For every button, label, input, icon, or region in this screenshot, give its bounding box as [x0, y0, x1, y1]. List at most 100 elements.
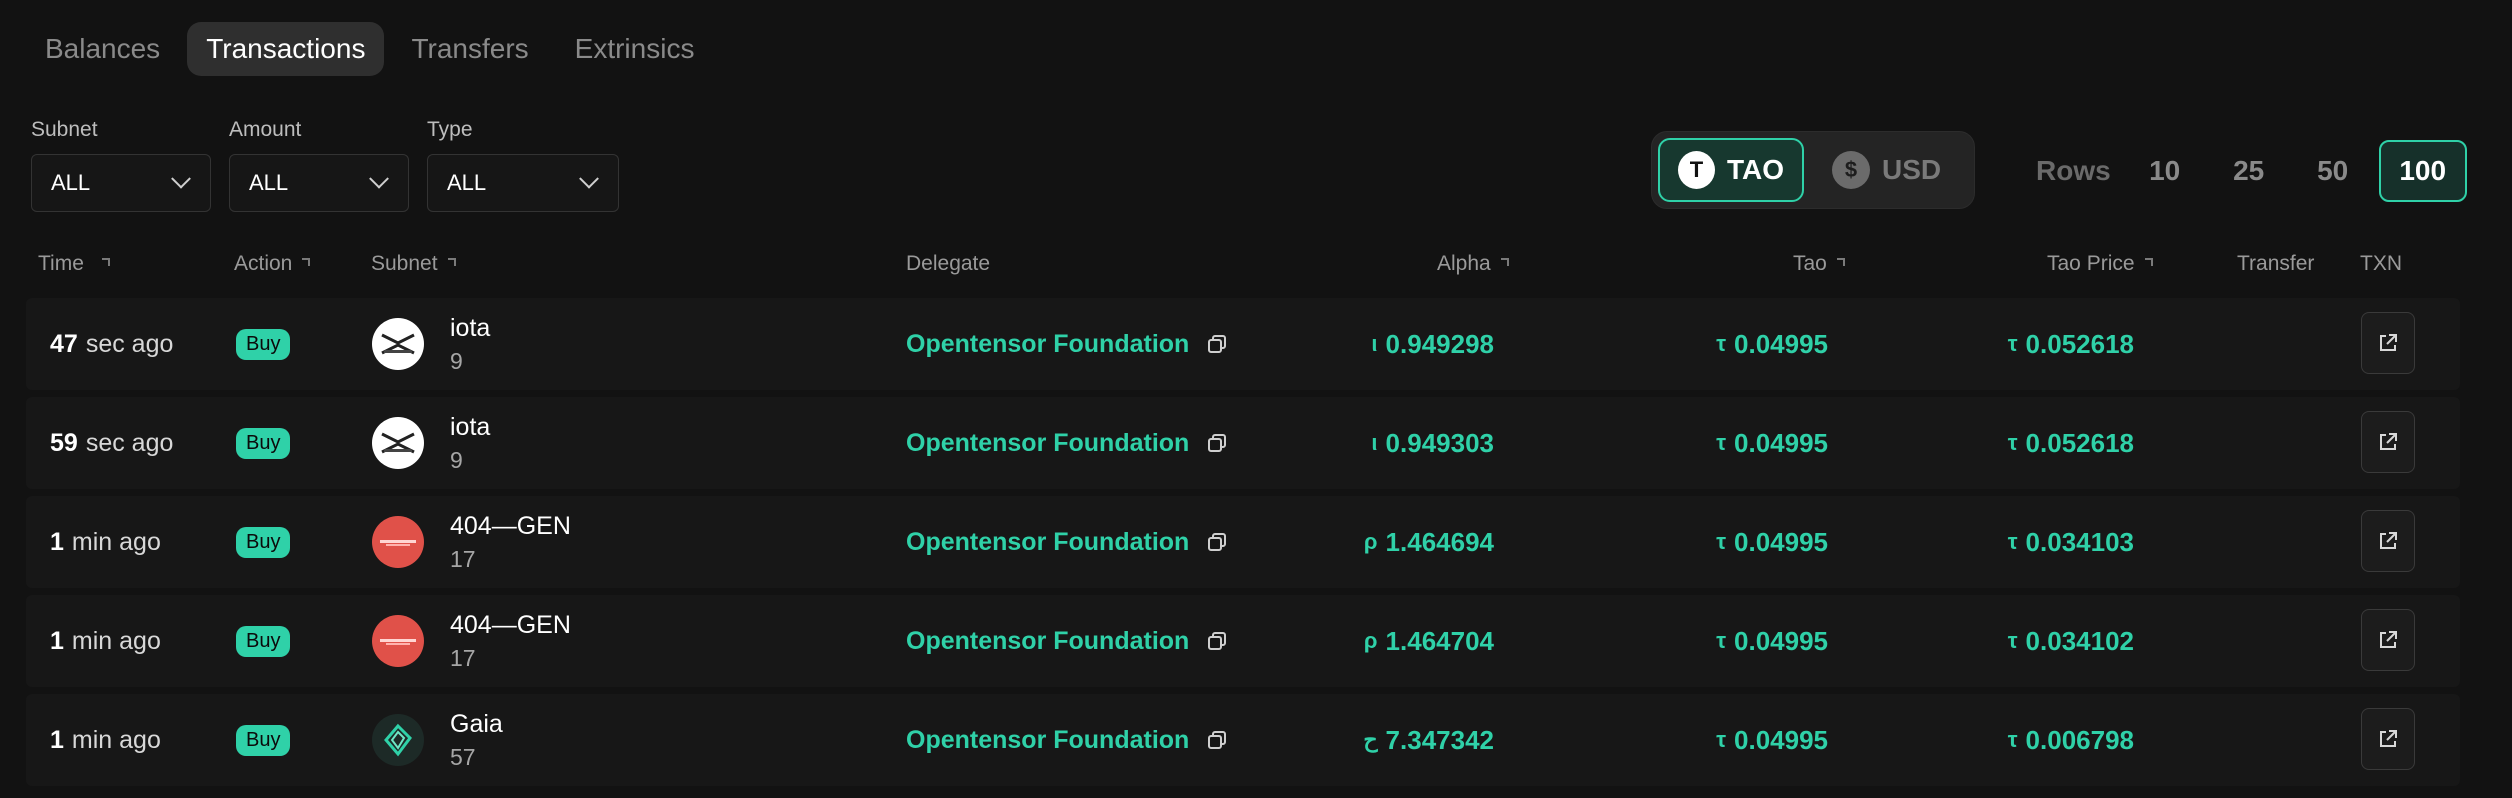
tao-coin-icon: T	[1678, 151, 1715, 189]
column-transfer: Transfer	[2237, 252, 2314, 276]
tao-price-cell: τ 0.006798	[2008, 694, 2134, 786]
time-value: 59	[50, 428, 78, 457]
subnet-logo-icon	[372, 615, 424, 667]
subnet-cell[interactable]: 404—GEN 17	[372, 496, 571, 588]
subnet-cell[interactable]: Gaia 57	[372, 694, 503, 786]
subnet-cell[interactable]: 404—GEN 17	[372, 595, 571, 687]
type-select-value: ALL	[447, 170, 487, 195]
subnet-id: 17	[450, 645, 476, 671]
copy-icon[interactable]	[1207, 730, 1227, 750]
tab-transfers[interactable]: Transfers	[392, 22, 547, 76]
time-unit: min ago	[71, 725, 161, 754]
tao-value: 0.04995	[1734, 328, 1828, 359]
txn-link-button[interactable]	[2361, 510, 2415, 572]
subnet-cell[interactable]: iota 9	[372, 298, 490, 390]
currency-tao-button[interactable]: T TAO	[1658, 138, 1804, 202]
table-row[interactable]: 1 min ago Buy Gaia 57 Opentensor Foundation ح 7…	[26, 694, 2460, 786]
time-value: 1	[50, 725, 64, 754]
delegate-name: Opentensor Foundation	[906, 725, 1190, 754]
column-tao-label: Tao	[1793, 252, 1827, 275]
column-subnet[interactable]: Subnet	[371, 252, 456, 276]
txn-link-button[interactable]	[2361, 609, 2415, 671]
currency-usd-label: USD	[1882, 154, 1942, 185]
subnet-filter-label: Subnet	[31, 118, 98, 141]
type-filter-label: Type	[427, 118, 473, 141]
subnet-logo-icon	[372, 417, 424, 469]
time-cell: 59 sec ago	[50, 397, 173, 489]
copy-icon[interactable]	[1207, 631, 1227, 651]
delegate-link[interactable]: Opentensor Foundation	[906, 694, 1227, 786]
price-symbol: τ	[2007, 727, 2018, 752]
action-cell: Buy	[236, 397, 291, 489]
price-symbol: τ	[2007, 628, 2018, 653]
alpha-cell: ι 0.949303	[1371, 397, 1494, 489]
action-cell: Buy	[236, 496, 291, 588]
delegate-link[interactable]: Opentensor Foundation	[906, 595, 1227, 687]
sort-icon	[447, 258, 456, 266]
subnet-select[interactable]: ALL	[31, 154, 211, 212]
rows-label: Rows	[2036, 155, 2111, 186]
rows-per-page: Rows 10 25 50 100	[2036, 140, 2467, 202]
delegate-name: Opentensor Foundation	[906, 329, 1190, 358]
sort-icon	[1836, 258, 1845, 266]
table-row[interactable]: 59 sec ago Buy iota 9 Opentensor Foundation ι 0…	[26, 397, 2460, 489]
column-time-label: Time	[38, 252, 84, 275]
delegate-link[interactable]: Opentensor Foundation	[906, 397, 1227, 489]
column-tao-price[interactable]: Tao Price	[2047, 252, 2153, 276]
column-tao[interactable]: Tao	[1793, 252, 1845, 276]
currency-toggle: T TAO $ USD	[1651, 131, 1975, 209]
time-value: 47	[50, 329, 78, 358]
rows-option-50[interactable]: 50	[2291, 140, 2375, 202]
currency-tao-label: TAO	[1726, 154, 1784, 185]
delegate-link[interactable]: Opentensor Foundation	[906, 496, 1227, 588]
copy-icon[interactable]	[1207, 433, 1227, 453]
rows-option-100[interactable]: 100	[2378, 140, 2467, 202]
subnet-logo-icon	[372, 516, 424, 568]
time-unit: sec ago	[85, 428, 174, 457]
txn-link-button[interactable]	[2361, 411, 2415, 473]
subnet-name: iota	[450, 314, 491, 342]
tao-value: 0.04995	[1734, 625, 1828, 656]
table-row[interactable]: 1 min ago Buy 404—GEN 17 Opentensor Foundatio…	[26, 595, 2460, 687]
amount-select[interactable]: ALL	[229, 154, 409, 212]
subnet-name: 404—GEN	[450, 512, 571, 540]
type-select[interactable]: ALL	[427, 154, 619, 212]
copy-icon[interactable]	[1207, 532, 1227, 552]
external-link-icon	[2380, 433, 2397, 450]
column-alpha[interactable]: Alpha	[1437, 252, 1509, 276]
rows-option-25[interactable]: 25	[2207, 140, 2291, 202]
time-unit: min ago	[71, 527, 161, 556]
action-cell: Buy	[236, 694, 291, 786]
table-row[interactable]: 1 min ago Buy 404—GEN 17 Opentensor Foundatio…	[26, 496, 2460, 588]
tab-transactions[interactable]: Transactions	[187, 22, 385, 76]
delegate-name: Opentensor Foundation	[906, 428, 1190, 457]
tab-balances[interactable]: Balances	[26, 22, 179, 76]
tao-price-cell: τ 0.034102	[2008, 595, 2134, 687]
subnet-id: 9	[450, 447, 463, 473]
tao-symbol: τ	[1716, 430, 1727, 455]
subnet-id: 57	[450, 744, 476, 770]
copy-icon[interactable]	[1207, 334, 1227, 354]
amount-filter: Amount ALL	[229, 118, 409, 212]
subnet-id: 9	[450, 348, 463, 374]
rows-option-10[interactable]: 10	[2123, 140, 2207, 202]
column-action[interactable]: Action	[234, 252, 311, 276]
txn-link-button[interactable]	[2361, 312, 2415, 374]
price-symbol: τ	[2007, 529, 2018, 554]
action-badge: Buy	[236, 724, 291, 756]
chevron-down-icon	[171, 168, 191, 189]
delegate-link[interactable]: Opentensor Foundation	[906, 298, 1227, 390]
table-header: Time Action Subnet Delegate Alpha Tao Ta…	[0, 252, 2512, 284]
action-cell: Buy	[236, 595, 291, 687]
txn-link-button[interactable]	[2361, 708, 2415, 770]
subnet-cell[interactable]: iota 9	[372, 397, 490, 489]
subnet-name: 404—GEN	[450, 611, 571, 639]
table-row[interactable]: 47 sec ago Buy iota 9 Opentensor Foundation ι 0…	[26, 298, 2460, 390]
column-time[interactable]: Time	[38, 252, 110, 276]
currency-usd-button[interactable]: $ USD	[1814, 138, 1959, 202]
action-cell: Buy	[236, 298, 291, 390]
external-link-icon	[2380, 730, 2397, 747]
time-unit: sec ago	[85, 329, 174, 358]
alpha-value: 1.464704	[1385, 625, 1494, 656]
tab-extrinsics[interactable]: Extrinsics	[556, 22, 714, 76]
